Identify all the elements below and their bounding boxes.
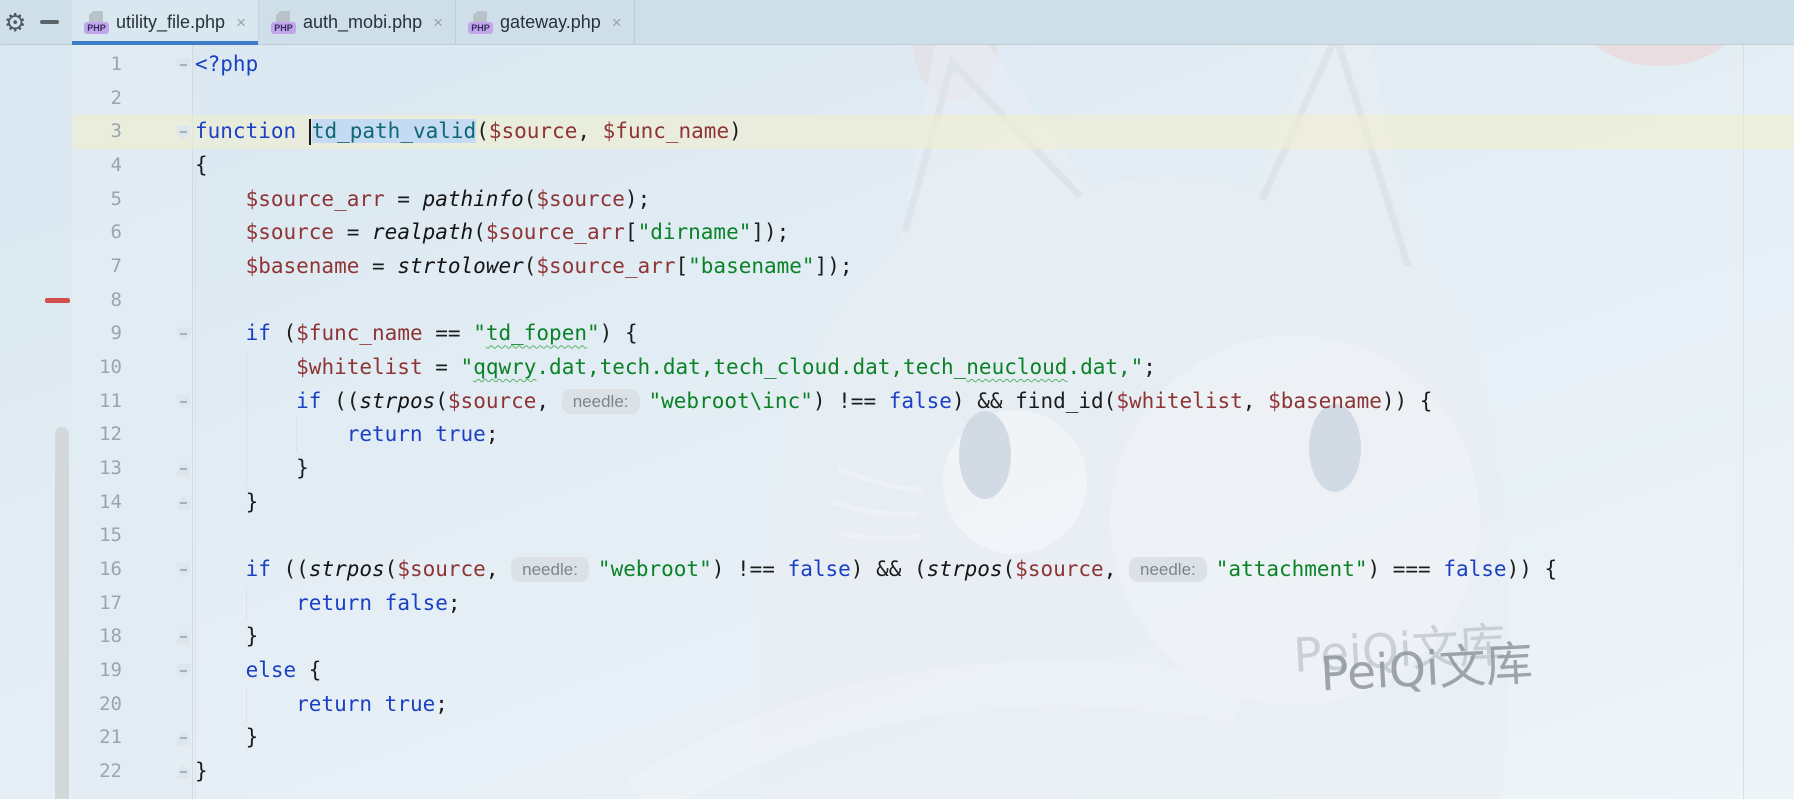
code-line-4[interactable]: 4{ [0,149,1794,183]
line-number[interactable]: 13 [72,452,122,486]
line-number[interactable]: 2 [72,82,122,116]
fold-close-icon[interactable] [177,462,190,476]
line-number[interactable]: 6 [72,216,122,250]
code-text: $source_arr = pathinfo($source); [195,183,650,217]
code-line-3[interactable]: 3 function td_path_valid($source, $func_n… [0,115,1794,149]
ide-window: ⚙ PHP utility_file.php × PHP auth_mobi.p… [0,0,1794,799]
fold-close-icon[interactable] [177,496,190,510]
line-number[interactable]: 12 [72,418,122,452]
code-editor: 1 <?php 23 function td_path_valid($source, … [0,44,1794,799]
fold-open-icon[interactable] [177,58,190,72]
code-text: <?php [195,48,258,82]
tab-bar-corner: ⚙ [0,0,72,44]
line-number[interactable]: 1 [72,48,122,82]
line-number[interactable]: 9 [72,317,122,351]
code-line-18[interactable]: 18 } [0,620,1794,654]
line-number[interactable]: 16 [72,553,122,587]
fold-open-icon[interactable] [177,395,190,409]
line-number[interactable]: 20 [72,688,122,722]
code-text: if ((strpos($source, needle:"webroot\inc… [195,385,1432,419]
code-line-9[interactable]: 9 if ($func_name == "td_fopen") { [0,317,1794,351]
code-line-2[interactable]: 2 [0,82,1794,116]
tab-gateway[interactable]: PHP gateway.php × [456,0,635,44]
line-number[interactable]: 4 [72,149,122,183]
php-file-icon: PHP [468,11,493,34]
line-number[interactable]: 19 [72,654,122,688]
code-text: { [195,149,208,183]
line-number[interactable]: 7 [72,250,122,284]
close-tab-icon[interactable]: × [433,14,443,31]
code-text: return false; [195,587,461,621]
tab-label: gateway.php [500,12,601,33]
tab-utility-file[interactable]: PHP utility_file.php × [72,0,259,44]
code-line-7[interactable]: 7 $basename = strtolower($source_arr["ba… [0,250,1794,284]
minimize-icon[interactable] [40,20,59,24]
parameter-hint: needle: [1129,557,1207,582]
vcs-change-marker [45,298,70,303]
line-number[interactable]: 3 [72,115,122,149]
text-caret [309,119,311,145]
code-text: return true; [195,418,498,452]
code-text: } [195,721,258,755]
code-text: } [195,486,258,520]
fold-close-icon[interactable] [177,731,190,745]
close-tab-icon[interactable]: × [236,14,246,31]
code-text: $basename = strtolower($source_arr["base… [195,250,853,284]
fold-open-icon[interactable] [177,664,190,678]
code-text: function td_path_valid($source, $func_na… [195,115,742,149]
code-line-15[interactable]: 15 [0,519,1794,553]
code-line-22[interactable]: 22} [0,755,1794,789]
code-line-21[interactable]: 21 } [0,721,1794,755]
line-number[interactable]: 17 [72,587,122,621]
fold-open-icon[interactable] [177,563,190,577]
code-line-12[interactable]: 12 return true; [0,418,1794,452]
parameter-hint: needle: [511,557,589,582]
code-area: 1 <?php 23 function td_path_valid($source, … [0,48,1794,789]
code-line-20[interactable]: 20 return true; [0,688,1794,722]
fold-close-icon[interactable] [177,765,190,779]
code-line-6[interactable]: 6 $source = realpath($source_arr["dirnam… [0,216,1794,250]
php-file-icon: PHP [84,11,109,34]
code-line-10[interactable]: 10 $whitelist = "qqwry.dat,tech.dat,tech… [0,351,1794,385]
line-number[interactable]: 5 [72,183,122,217]
code-text: $source = realpath($source_arr["dirname"… [195,216,789,250]
code-line-8[interactable]: 8 [0,284,1794,318]
code-text: return true; [195,688,448,722]
code-line-16[interactable]: 16 if ((strpos($source, needle:"webroot"… [0,553,1794,587]
tab-auth-mobi[interactable]: PHP auth_mobi.php × [259,0,456,44]
php-file-icon: PHP [271,11,296,34]
code-text: } [195,452,309,486]
code-text: } [195,620,258,654]
line-number[interactable]: 15 [72,519,122,553]
code-line-19[interactable]: 19 else { [0,654,1794,688]
line-number[interactable]: 8 [72,284,122,318]
line-number[interactable]: 14 [72,486,122,520]
editor-tab-bar: ⚙ PHP utility_file.php × PHP auth_mobi.p… [0,0,1794,45]
code-line-14[interactable]: 14 } [0,486,1794,520]
fold-open-icon[interactable] [177,327,190,341]
tab-label: utility_file.php [116,12,225,33]
code-text: if ((strpos($source, needle:"webroot") !… [195,553,1557,587]
code-line-5[interactable]: 5 $source_arr = pathinfo($source); [0,183,1794,217]
close-tab-icon[interactable]: × [612,14,622,31]
code-text: if ($func_name == "td_fopen") { [195,317,638,351]
line-number[interactable]: 21 [72,721,122,755]
line-number[interactable]: 22 [72,755,122,789]
code-text: } [195,755,208,789]
code-line-13[interactable]: 13 } [0,452,1794,486]
code-line-17[interactable]: 17 return false; [0,587,1794,621]
code-line-11[interactable]: 11 if ((strpos($source, needle:"webroot\… [0,385,1794,419]
code-line-1[interactable]: 1 <?php [0,48,1794,82]
code-text: else { [195,654,321,688]
tab-label: auth_mobi.php [303,12,422,33]
line-number[interactable]: 18 [72,620,122,654]
fold-close-icon[interactable] [177,630,190,644]
settings-gear-icon[interactable]: ⚙ [4,10,26,35]
line-number[interactable]: 11 [72,385,122,419]
code-text: $whitelist = "qqwry.dat,tech.dat,tech_cl… [195,351,1156,385]
line-number[interactable]: 10 [72,351,122,385]
parameter-hint: needle: [562,389,640,414]
